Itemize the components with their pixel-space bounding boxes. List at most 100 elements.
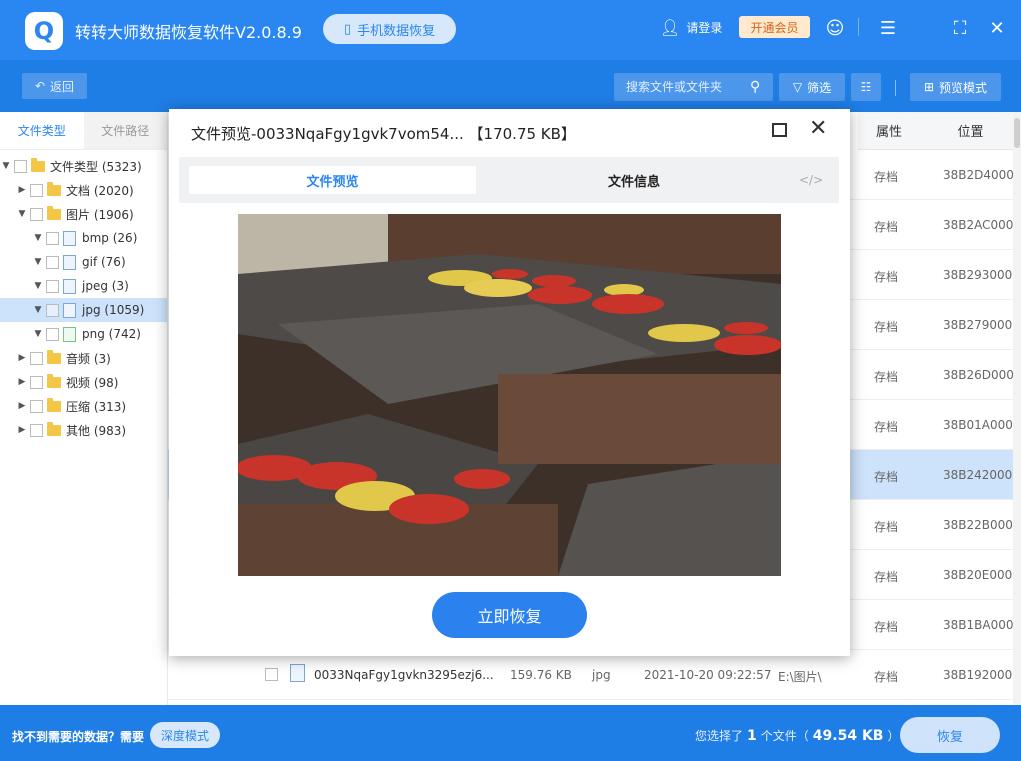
back-button[interactable]: ↶ 返回 bbox=[22, 73, 87, 99]
cell-attr: 存档 bbox=[874, 470, 899, 484]
tree-node-jpg[interactable]: ▼ jpg (1059) bbox=[0, 298, 167, 322]
tree-label: 压缩 (313) bbox=[66, 399, 127, 414]
tree-node-all[interactable]: ▼ 文件类型 (5323) bbox=[0, 154, 167, 178]
preview-mode-button[interactable]: ⊞ 预览模式 bbox=[910, 73, 1001, 101]
tree-label: png (742) bbox=[82, 327, 141, 341]
list-search-icon: ☷ bbox=[860, 80, 872, 94]
row-checkbox[interactable] bbox=[265, 668, 278, 681]
checkbox[interactable] bbox=[30, 207, 43, 221]
toolbar: ↶ 返回 ⚲ ▽ 筛选 ☷ ⊞ 预览模式 bbox=[0, 60, 1021, 112]
close-icon[interactable]: ✕ bbox=[809, 118, 827, 140]
cell-attr: 存档 bbox=[874, 270, 899, 284]
divider bbox=[858, 18, 859, 36]
divider bbox=[895, 80, 896, 96]
tree-node-bmp[interactable]: ▼ bmp (26) bbox=[0, 226, 167, 250]
collapse-arrow-icon[interactable]: ▼ bbox=[0, 161, 12, 171]
expand-arrow-icon[interactable]: ▶ bbox=[16, 401, 28, 411]
column-header-position[interactable]: 位置 bbox=[920, 112, 1021, 149]
tree-node-gif[interactable]: ▼ gif (76) bbox=[0, 250, 167, 274]
tree-label: 文件类型 (5323) bbox=[50, 159, 142, 174]
cell-position: 38B2AC000 bbox=[943, 218, 1014, 232]
collapse-arrow-icon[interactable]: ▼ bbox=[16, 209, 28, 219]
expand-arrow-icon[interactable]: ▼ bbox=[32, 329, 44, 339]
checkbox[interactable] bbox=[14, 159, 27, 173]
list-search-button[interactable]: ☷ bbox=[851, 73, 881, 101]
tree-label: gif (76) bbox=[82, 255, 126, 269]
checkbox[interactable] bbox=[30, 423, 43, 437]
tree-node-video[interactable]: ▶ 视频 (98) bbox=[0, 370, 167, 394]
image-file-icon bbox=[63, 254, 76, 270]
image-file-icon bbox=[63, 326, 76, 342]
file-tree: ▼ 文件类型 (5323) ▶ 文档 (2020) ▼ 图片 (1906) ▼ bmp … bbox=[0, 150, 167, 442]
tree-node-documents[interactable]: ▶ 文档 (2020) bbox=[0, 178, 167, 202]
tab-file-type[interactable]: 文件类型 bbox=[0, 112, 84, 149]
tree-node-png[interactable]: ▼ png (742) bbox=[0, 322, 167, 346]
tree-node-archive[interactable]: ▶ 压缩 (313) bbox=[0, 394, 167, 418]
expand-arrow-icon[interactable]: ▼ bbox=[32, 305, 44, 315]
login-button[interactable]: 👤︎ 请登录 bbox=[660, 18, 722, 37]
expand-arrow-icon[interactable]: ▶ bbox=[16, 377, 28, 387]
folder-icon bbox=[47, 349, 61, 364]
tab-file-path[interactable]: 文件路径 bbox=[83, 112, 167, 149]
back-label: 返回 bbox=[50, 79, 75, 94]
checkbox[interactable] bbox=[30, 183, 43, 197]
column-header-attr[interactable]: 属性 bbox=[858, 112, 920, 149]
tree-label: jpg (1059) bbox=[82, 303, 145, 317]
cell-attr: 存档 bbox=[874, 220, 899, 234]
code-icon[interactable]: </> bbox=[799, 173, 823, 187]
checkbox[interactable] bbox=[30, 375, 43, 389]
selection-size: 49.54 KB bbox=[812, 728, 884, 744]
tab-file-preview[interactable]: 文件预览 bbox=[189, 166, 476, 194]
cell-type: jpg bbox=[592, 668, 611, 682]
deep-mode-button[interactable]: 深度模式 bbox=[150, 722, 220, 748]
recover-now-button[interactable]: 立即恢复 bbox=[432, 592, 587, 638]
tree-node-audio[interactable]: ▶ 音频 (3) bbox=[0, 346, 167, 370]
cell-position: 38B26D000 bbox=[943, 368, 1014, 382]
maximize-icon[interactable] bbox=[772, 123, 787, 137]
search-icon[interactable]: ⚲ bbox=[750, 79, 760, 95]
expand-arrow-icon[interactable]: ▶ bbox=[16, 353, 28, 363]
cell-attr: 存档 bbox=[874, 620, 899, 634]
app-title: 转转大师数据恢复软件V2.0.8.9 bbox=[75, 23, 302, 42]
selection-prefix: 您选择了 bbox=[695, 729, 744, 743]
selection-info: 您选择了 1 个文件（ 49.54 KB ） bbox=[695, 727, 899, 744]
tree-label: 视频 (98) bbox=[66, 375, 119, 390]
image-file-icon bbox=[63, 302, 76, 318]
maximize-icon[interactable]: ⛶ bbox=[948, 16, 972, 40]
tab-file-info[interactable]: 文件信息 bbox=[499, 166, 769, 194]
cell-position: 38B279000 bbox=[943, 318, 1013, 332]
tree-node-other[interactable]: ▶ 其他 (983) bbox=[0, 418, 167, 442]
vip-button[interactable]: 开通会员 bbox=[739, 16, 810, 38]
cell-position: 38B20E000 bbox=[943, 568, 1013, 582]
folder-icon bbox=[47, 421, 61, 436]
recover-button[interactable]: 恢复 bbox=[900, 717, 1000, 753]
folder-icon bbox=[31, 157, 45, 172]
scrollbar[interactable] bbox=[1013, 112, 1021, 705]
expand-arrow-icon[interactable]: ▼ bbox=[32, 257, 44, 267]
filter-button[interactable]: ▽ 筛选 bbox=[779, 73, 845, 101]
support-icon[interactable]: ☺ bbox=[823, 16, 847, 40]
table-row[interactable]: 0033NqaFgy1gvkn3295ezj6... 159.76 KB jpg… bbox=[168, 650, 1021, 700]
checkbox[interactable] bbox=[30, 399, 43, 413]
expand-arrow-icon[interactable]: ▶ bbox=[16, 185, 28, 195]
tree-node-images[interactable]: ▼ 图片 (1906) bbox=[0, 202, 167, 226]
tree-node-jpeg[interactable]: ▼ jpeg (3) bbox=[0, 274, 167, 298]
phone-recovery-button[interactable]: ▯ 手机数据恢复 bbox=[323, 14, 456, 44]
scrollbar-thumb[interactable] bbox=[1014, 118, 1020, 148]
folder-icon bbox=[47, 181, 61, 196]
expand-arrow-icon[interactable]: ▶ bbox=[16, 425, 28, 435]
checkbox[interactable] bbox=[46, 279, 59, 293]
menu-icon[interactable]: ☰ bbox=[876, 16, 900, 40]
checkbox[interactable] bbox=[46, 231, 59, 245]
close-icon[interactable]: ✕ bbox=[985, 16, 1009, 40]
checkbox[interactable] bbox=[30, 351, 43, 365]
cell-name: 0033NqaFgy1gvkn3295ezj6... bbox=[314, 668, 494, 682]
expand-arrow-icon[interactable]: ▼ bbox=[32, 233, 44, 243]
checkbox[interactable] bbox=[46, 255, 59, 269]
image-file-icon bbox=[290, 664, 305, 682]
image-file-icon bbox=[63, 230, 76, 246]
checkbox[interactable] bbox=[46, 327, 59, 341]
expand-arrow-icon[interactable]: ▼ bbox=[32, 281, 44, 291]
preview-mode-label: 预览模式 bbox=[939, 80, 988, 95]
checkbox[interactable] bbox=[46, 303, 59, 317]
